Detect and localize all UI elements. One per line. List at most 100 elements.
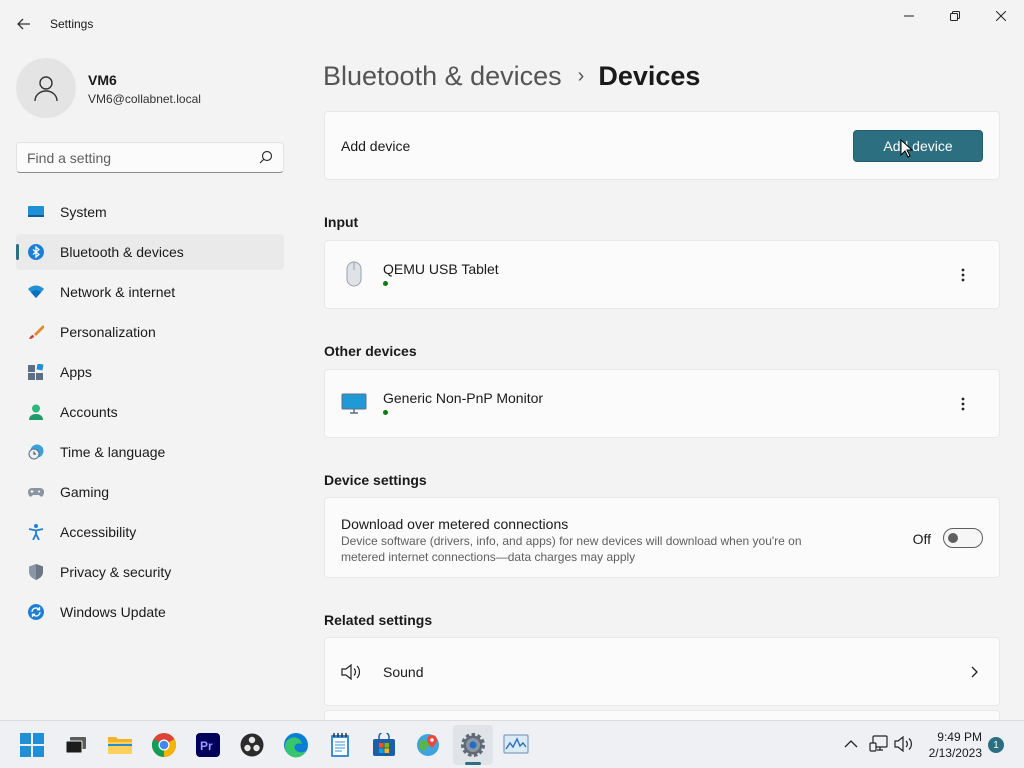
shield-icon	[29, 564, 43, 580]
minimize-button[interactable]	[886, 0, 932, 32]
more-options-button[interactable]	[951, 263, 975, 287]
sidebar-item-gaming[interactable]: Gaming	[16, 474, 284, 510]
section-title-related-settings: Related settings	[324, 612, 433, 628]
sidebar-item-bluetooth-devices[interactable]: Bluetooth & devices	[16, 234, 284, 270]
clock-time: 9:49 PM	[937, 730, 982, 744]
speaker-icon	[341, 663, 361, 681]
setting-title: Download over metered connections	[341, 516, 569, 532]
sidebar-item-privacy[interactable]: Privacy & security	[16, 554, 284, 590]
clock-globe-icon	[28, 444, 44, 460]
more-vertical-icon	[961, 268, 965, 282]
update-icon	[28, 604, 44, 620]
sidebar-item-label: Network & internet	[60, 284, 176, 300]
search-box[interactable]	[16, 142, 284, 173]
connected-status-dot	[383, 281, 388, 286]
sidebar-item-label: Accessibility	[60, 524, 137, 540]
maps-icon	[417, 734, 439, 756]
more-vertical-icon	[961, 397, 965, 411]
sidebar-item-windows-update[interactable]: Windows Update	[16, 594, 284, 630]
notepad-button[interactable]	[326, 731, 354, 759]
show-hidden-icons-button[interactable]	[840, 733, 862, 755]
title-bar: Settings	[0, 0, 1024, 48]
search-input[interactable]	[17, 143, 255, 172]
related-setting-label: Sound	[383, 664, 424, 680]
back-arrow-icon	[17, 18, 30, 30]
svg-text:Pr: Pr	[200, 739, 213, 753]
task-view-icon	[65, 737, 86, 754]
brush-icon	[29, 325, 44, 339]
chrome-button[interactable]	[150, 731, 178, 759]
person-icon	[34, 76, 58, 102]
setting-description: Device software (drivers, info, and apps…	[341, 534, 802, 564]
obs-button[interactable]	[238, 731, 266, 759]
maps-button[interactable]	[414, 731, 442, 759]
apps-icon	[28, 364, 44, 380]
chrome-icon	[151, 733, 177, 757]
device-card-qemu-usb-tablet[interactable]: QEMU USB Tablet	[324, 240, 1000, 309]
user-profile[interactable]: VM6 VM6@collabnet.local	[16, 58, 286, 118]
sidebar-item-personalization[interactable]: Personalization	[16, 314, 284, 350]
add-device-button[interactable]: Add device	[853, 130, 983, 162]
taskbar-clock[interactable]: 9:49 PM 2/13/2023	[920, 729, 982, 761]
section-title-other-devices: Other devices	[324, 343, 417, 359]
edge-icon	[284, 733, 308, 758]
sidebar-item-label: Gaming	[60, 484, 110, 500]
close-icon	[996, 11, 1006, 21]
related-setting-sound[interactable]: Sound	[324, 637, 1000, 706]
start-button[interactable]	[18, 731, 46, 759]
metered-download-toggle[interactable]	[943, 528, 983, 548]
toggle-state-label: Off	[912, 531, 931, 547]
user-email: VM6@collabnet.local	[88, 92, 201, 106]
device-card-generic-monitor[interactable]: Generic Non-PnP Monitor	[324, 369, 1000, 438]
wifi-icon	[28, 285, 44, 298]
accessibility-icon	[28, 524, 44, 540]
sidebar-item-system[interactable]: System	[16, 194, 284, 230]
mouse-cursor-icon	[900, 139, 914, 158]
performance-monitor-button[interactable]	[502, 731, 530, 759]
sidebar-item-network[interactable]: Network & internet	[16, 274, 284, 310]
premiere-icon: Pr	[196, 733, 220, 757]
app-title: Settings	[50, 17, 94, 31]
system-icon	[28, 206, 44, 217]
sidebar-item-label: Bluetooth & devices	[60, 244, 184, 260]
start-icon	[20, 733, 44, 757]
connected-status-dot	[383, 410, 388, 415]
breadcrumb: Bluetooth & devices › Devices	[323, 58, 700, 94]
sidebar-item-label: Personalization	[60, 324, 156, 340]
settings-taskbar-button[interactable]	[459, 731, 487, 759]
breadcrumb-parent[interactable]: Bluetooth & devices	[323, 61, 562, 92]
gamepad-icon	[28, 487, 44, 497]
premiere-button[interactable]: Pr	[194, 731, 222, 759]
more-options-button[interactable]	[951, 392, 975, 416]
back-button[interactable]	[10, 10, 38, 38]
task-view-button[interactable]	[62, 731, 90, 759]
file-explorer-button[interactable]	[106, 731, 134, 759]
search-icon[interactable]	[259, 150, 273, 164]
network-icon	[869, 735, 888, 752]
taskbar: Pr 9:49 PM 2/13/2023 1	[0, 720, 1024, 768]
add-device-card: Add device Add device	[324, 111, 1000, 180]
section-title-input: Input	[324, 214, 359, 230]
close-button[interactable]	[978, 0, 1024, 32]
edge-button[interactable]	[282, 731, 310, 759]
notification-badge[interactable]: 1	[988, 737, 1004, 753]
maximize-button[interactable]	[932, 0, 978, 32]
sidebar-item-time-language[interactable]: Time & language	[16, 434, 284, 470]
sidebar-item-label: System	[60, 204, 107, 220]
mouse-icon	[346, 261, 362, 287]
network-tray-button[interactable]	[868, 733, 890, 755]
sidebar-item-apps[interactable]: Apps	[16, 354, 284, 390]
sidebar-nav: System Bluetooth & devices Network & int…	[16, 194, 284, 634]
store-button[interactable]	[370, 731, 398, 759]
obs-icon	[240, 733, 264, 757]
user-name: VM6	[88, 72, 117, 88]
metered-download-setting: Download over metered connections Device…	[324, 497, 1000, 578]
bluetooth-icon	[28, 244, 44, 260]
volume-tray-button[interactable]	[893, 733, 915, 755]
device-name: QEMU USB Tablet	[383, 261, 499, 277]
settings-icon	[461, 733, 485, 757]
sidebar-item-accessibility[interactable]: Accessibility	[16, 514, 284, 550]
sidebar-item-label: Privacy & security	[60, 564, 172, 580]
sidebar-item-accounts[interactable]: Accounts	[16, 394, 284, 430]
toggle-knob	[948, 533, 958, 543]
